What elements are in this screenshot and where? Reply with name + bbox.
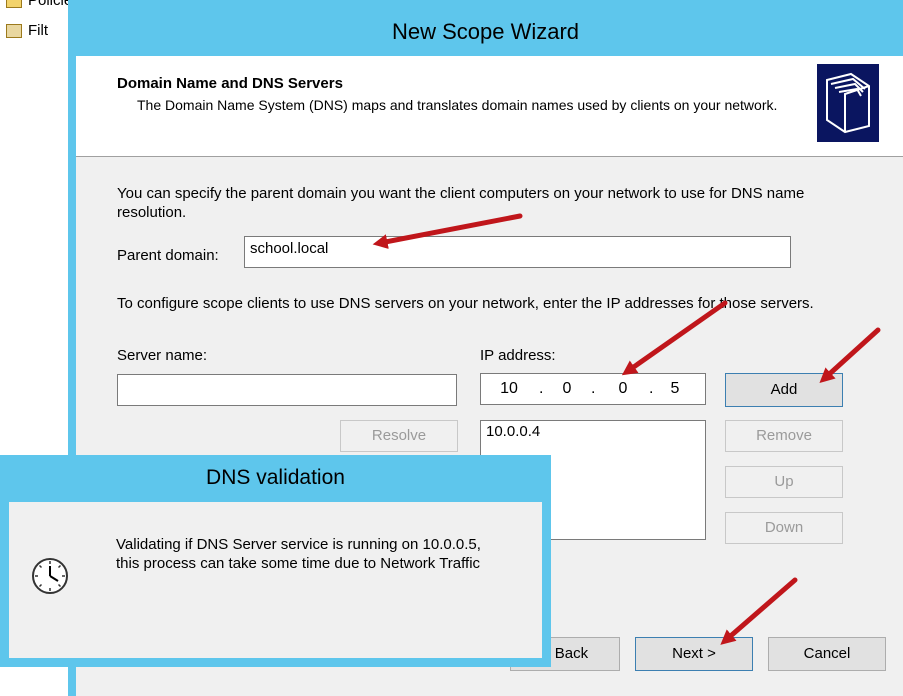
filters-icon: [6, 23, 22, 38]
ip-address-label: IP address:: [480, 347, 556, 364]
server-name-input[interactable]: [117, 374, 457, 406]
ip-octet-3: 0: [618, 380, 628, 397]
clock-icon: [30, 556, 70, 596]
remove-button[interactable]: Remove: [725, 420, 843, 452]
dns-servers-text: To configure scope clients to use DNS se…: [117, 295, 814, 312]
tree-item-label: Filt: [28, 22, 48, 39]
server-name-label: Server name:: [117, 347, 208, 364]
ip-octet-2: 0: [562, 380, 572, 397]
up-button[interactable]: Up: [725, 466, 843, 498]
cancel-button[interactable]: Cancel: [768, 637, 886, 671]
ip-dot: .: [539, 380, 544, 397]
dialog-body: [9, 502, 542, 658]
ip-dot: .: [591, 380, 596, 397]
page-title: Domain Name and DNS Servers: [117, 75, 343, 92]
tree-item-filters[interactable]: Filt: [6, 22, 48, 39]
parent-domain-input[interactable]: school.local: [244, 236, 791, 268]
dialog-message: Validating if DNS Server service is runn…: [116, 536, 481, 572]
parent-domain-label: Parent domain:: [117, 247, 219, 264]
ip-dot: .: [649, 380, 654, 397]
next-button[interactable]: Next >: [635, 637, 753, 671]
page-description: The Domain Name System (DNS) maps and tr…: [137, 97, 778, 113]
ip-address-input[interactable]: 10 . 0 . 0 . 5: [480, 373, 706, 405]
ip-octet-1: 10: [500, 380, 518, 397]
policies-folder-icon: [6, 0, 22, 8]
dialog-title: DNS validation: [206, 466, 345, 489]
list-item[interactable]: 10.0.0.4: [486, 423, 700, 440]
add-button[interactable]: Add: [725, 373, 843, 407]
intro-text: You can specify the parent domain you wa…: [117, 185, 805, 221]
ip-octet-4: 5: [670, 380, 680, 397]
down-button[interactable]: Down: [725, 512, 843, 544]
window-title: New Scope Wizard: [391, 19, 580, 44]
folders-icon: [817, 64, 879, 142]
resolve-button[interactable]: Resolve: [340, 420, 458, 452]
